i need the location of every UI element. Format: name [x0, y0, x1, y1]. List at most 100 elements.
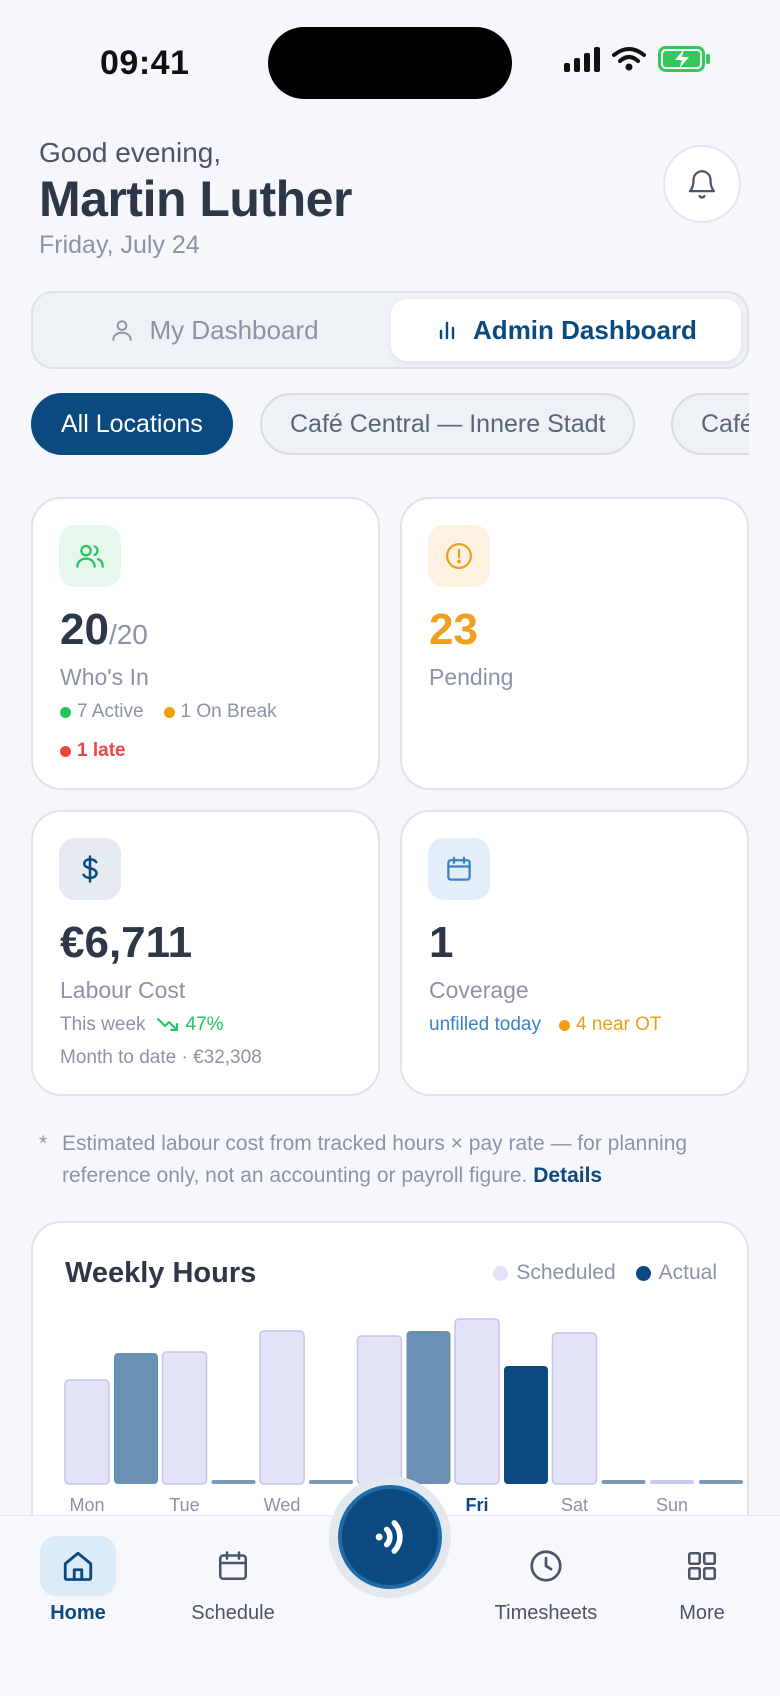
nav-timesheets[interactable]: Timesheets — [486, 1536, 606, 1625]
chip-cafe-central[interactable]: Café Central — Innere Stadt — [260, 393, 636, 455]
nav-timesheets-label: Timesheets — [494, 1602, 598, 1624]
break-dot — [163, 706, 175, 718]
x-label-tue: Tue — [169, 1495, 199, 1515]
grid-icon — [687, 1551, 717, 1581]
nav-timesheets-icon-wrap — [508, 1536, 584, 1596]
whos-in-card[interactable]: 20/20 Who's In 7 Active 1 On Break 1 lat… — [31, 497, 380, 790]
this-week-label: This week — [60, 1014, 146, 1035]
whos-in-status-row: 7 Active 1 On Break — [60, 701, 277, 723]
late-dot — [60, 745, 71, 757]
alert-circle-icon — [446, 543, 472, 569]
disclaimer-asterisk: * — [39, 1132, 48, 1155]
unfilled-today: unfilled today — [429, 1014, 541, 1035]
scheduled-bar-sun — [650, 1480, 694, 1484]
legend-scheduled-swatch — [493, 1265, 509, 1281]
location-filter: All Locations Café Central — Innere Stad… — [31, 393, 749, 455]
pending-value: 23 — [429, 605, 478, 654]
chip-all-locations[interactable]: All Locations — [31, 393, 233, 455]
greeting: Good evening, — [39, 137, 222, 168]
coverage-icon-box — [428, 838, 490, 900]
whos-in-label: Who's In — [60, 664, 149, 690]
disclaimer-body: Estimated labour cost from tracked hours… — [39, 1128, 751, 1192]
whos-in-value: 20/20 — [60, 605, 148, 654]
nav-schedule-label: Schedule — [191, 1602, 275, 1624]
details-link[interactable]: Details — [533, 1164, 602, 1187]
labour-icon-box — [59, 838, 121, 900]
pending-card[interactable]: 23 Pending — [400, 497, 749, 790]
chip-cafe[interactable]: Café — [671, 393, 749, 455]
current-date: Friday, July 24 — [39, 231, 200, 259]
dashboard-switcher: My Dashboard Admin Dashboard — [31, 291, 749, 369]
month-to-date: Month to date · €32,308 — [60, 1047, 262, 1068]
nav-more[interactable]: More — [642, 1536, 762, 1625]
x-label-fri: Fri — [465, 1495, 488, 1515]
nav-schedule-icon-wrap — [195, 1536, 271, 1596]
whos-in-total: /20 — [108, 619, 148, 650]
status-bar: 09:41 — [0, 0, 780, 120]
x-label-mon: Mon — [69, 1495, 104, 1515]
scheduled-bar-tue — [161, 1351, 208, 1485]
trending-down-icon — [156, 1018, 178, 1031]
legend-actual-swatch — [635, 1265, 651, 1281]
legend-actual: Actual — [635, 1261, 717, 1285]
tab-my-dashboard[interactable]: My Dashboard — [39, 299, 389, 361]
tab-admin-dashboard[interactable]: Admin Dashboard — [391, 299, 741, 361]
near-ot-count: 4 near OT — [575, 1014, 662, 1035]
labour-cost-disclaimer: * Estimated labour cost from tracked hou… — [39, 1128, 751, 1192]
nav-home-icon-wrap — [40, 1536, 116, 1596]
clock-in-button[interactable] — [338, 1485, 442, 1589]
clock-icon — [530, 1550, 562, 1582]
tab-my-dashboard-label: My Dashboard — [149, 314, 319, 345]
coverage-card[interactable]: 1 Coverage unfilled today 4 near OT — [400, 810, 749, 1096]
bell-icon — [688, 170, 716, 199]
labour-cost-value: €6,711 — [60, 918, 193, 967]
calendar-icon — [447, 856, 471, 881]
status-time: 09:41 — [100, 44, 190, 82]
coverage-label: Coverage — [429, 977, 529, 1003]
battery-icon — [658, 46, 710, 72]
actual-bar-thu — [406, 1331, 451, 1484]
actual-bar-tue — [211, 1480, 256, 1484]
notifications-button[interactable] — [663, 145, 741, 223]
scheduled-bar-fri — [454, 1318, 500, 1485]
status-icons — [564, 46, 712, 72]
nav-home-label: Home — [50, 1602, 106, 1624]
x-label-sat: Sat — [561, 1495, 588, 1515]
chart-title: Weekly Hours — [65, 1257, 257, 1289]
scheduled-bar-mon — [64, 1379, 110, 1485]
actual-bar-fri — [504, 1366, 548, 1484]
dollar-icon — [82, 855, 98, 883]
labour-trend-value: 47% — [185, 1014, 224, 1035]
active-dot — [60, 706, 71, 718]
labour-cost-card[interactable]: €6,711 Labour Cost This week 47% Month t… — [31, 810, 380, 1096]
labour-week-row: This week 47% — [60, 1014, 224, 1036]
whos-in-icon-box — [59, 525, 121, 587]
home-icon — [63, 1551, 93, 1581]
legend-scheduled-label: Scheduled — [516, 1261, 616, 1284]
pending-label: Pending — [429, 664, 514, 690]
actual-bar-sun — [699, 1480, 743, 1484]
wifi-icon — [612, 47, 646, 71]
actual-bar-mon — [114, 1353, 158, 1484]
nav-schedule[interactable]: Schedule — [173, 1536, 293, 1625]
x-label-wed: Wed — [264, 1495, 301, 1515]
actual-bar-wed — [309, 1480, 353, 1484]
clock-in-button-ring — [329, 1476, 451, 1598]
nfc-icon — [375, 1520, 403, 1554]
active-count: 7 Active — [77, 701, 144, 722]
dynamic-island — [268, 27, 512, 99]
calendar-icon — [218, 1551, 248, 1581]
chart-legend: Scheduled Actual — [493, 1261, 717, 1285]
user-icon — [112, 320, 133, 341]
signal-icon — [564, 46, 600, 72]
late-count: 1 late — [77, 740, 126, 761]
user-name: Martin Luther — [39, 171, 352, 227]
coverage-status-row: unfilled today 4 near OT — [429, 1014, 662, 1036]
labour-cost-label: Labour Cost — [60, 977, 186, 1003]
scheduled-bar-sat — [551, 1332, 598, 1485]
nav-more-icon-wrap — [664, 1536, 740, 1596]
pending-icon-box — [428, 525, 490, 587]
coverage-value: 1 — [429, 918, 454, 967]
nav-home[interactable]: Home — [18, 1536, 138, 1625]
x-label-sun: Sun — [656, 1495, 688, 1515]
